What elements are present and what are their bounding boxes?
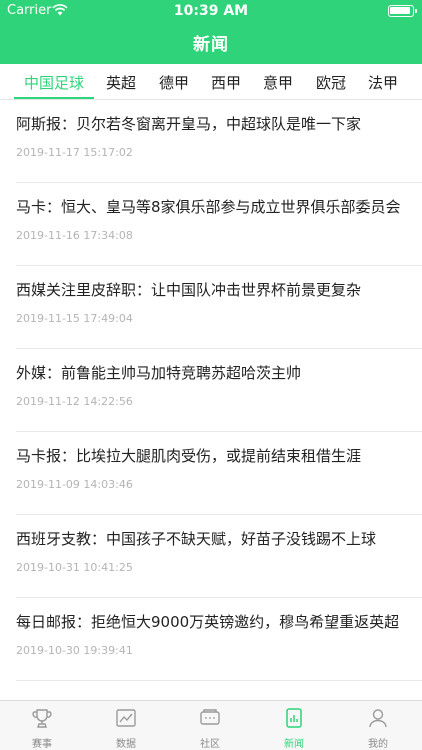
tab-premier-league[interactable]: 英超 — [106, 72, 136, 93]
tabbar-label: 赛事 — [32, 739, 52, 750]
news-headline: 外媒：前鲁能主帅马加特竞聘苏超哈茨主帅 — [16, 364, 302, 382]
status-bar: Carrier 10:39 AM — [0, 0, 422, 22]
list-item[interactable]: 每日邮报：拒绝恒大9000万英镑邀约，穆鸟希望重返英超 2019-10-30 1… — [16, 598, 422, 681]
community-icon — [200, 709, 220, 725]
tabbar-item-data[interactable]: 数据 — [84, 701, 168, 750]
news-icon — [286, 708, 302, 728]
battery-icon — [388, 5, 417, 17]
news-list: 阿斯报：贝尔若冬窗离开皇马，中超球队是唯一下家 2019-11-17 15:17… — [0, 100, 422, 681]
tab-china-football[interactable]: 中国足球 — [24, 72, 84, 93]
news-headline: 马卡报：比埃拉大腿肌肉受伤，或提前结束租借生涯 — [16, 447, 362, 465]
profile-icon — [369, 709, 387, 728]
tabbar-item-matches[interactable]: 赛事 — [0, 701, 84, 750]
tab-champions-league[interactable]: 欧冠 — [316, 72, 346, 93]
news-timestamp: 2019-11-17 15:17:02 — [16, 146, 133, 159]
tabbar-label: 我的 — [368, 739, 388, 750]
news-timestamp: 2019-11-12 14:22:56 — [16, 395, 133, 408]
tabbar-label: 社区 — [200, 739, 220, 750]
list-item[interactable]: 阿斯报：贝尔若冬窗离开皇马，中超球队是唯一下家 2019-11-17 15:17… — [16, 100, 422, 183]
tabbar-label: 数据 — [116, 739, 136, 750]
news-headline: 每日邮报：拒绝恒大9000万英镑邀约，穆鸟希望重返英超 — [16, 613, 400, 631]
news-headline: 西媒关注里皮辞职：让中国队冲击世界杯前景更复杂 — [16, 281, 362, 299]
tabbar-item-news[interactable]: 新闻 — [252, 701, 336, 750]
list-item[interactable]: 西媒关注里皮辞职：让中国队冲击世界杯前景更复杂 2019-11-15 17:49… — [16, 266, 422, 349]
tab-ligue-1[interactable]: 法甲 — [368, 72, 398, 93]
list-item[interactable]: 西班牙支教：中国孩子不缺天赋，好苗子没钱踢不上球 2019-10-31 10:4… — [16, 515, 422, 598]
navigation-header: Carrier 10:39 AM 新闻 — [0, 0, 422, 64]
page-title: 新闻 — [193, 35, 229, 55]
news-timestamp: 2019-11-09 14:03:46 — [16, 478, 133, 491]
list-item[interactable]: 马卡报：比埃拉大腿肌肉受伤，或提前结束租借生涯 2019-11-09 14:03… — [16, 432, 422, 515]
trophy-icon — [32, 709, 52, 728]
news-headline: 阿斯报：贝尔若冬窗离开皇马，中超球队是唯一下家 — [16, 115, 362, 133]
bottom-tab-bar: 赛事 数据 社区 新闻 我的 — [0, 700, 422, 750]
list-item[interactable]: 马卡：恒大、皇马等8家俱乐部参与成立世界俱乐部委员会 2019-11-16 17… — [16, 183, 422, 266]
tab-serie-a[interactable]: 意甲 — [263, 72, 293, 93]
news-timestamp: 2019-10-31 10:41:25 — [16, 561, 133, 574]
category-tabs: 中国足球 英超 德甲 西甲 意甲 欧冠 法甲 — [0, 64, 422, 100]
status-time: 10:39 AM — [173, 3, 249, 19]
chart-icon — [116, 709, 136, 727]
tabbar-label: 新闻 — [284, 739, 304, 750]
list-item[interactable]: 外媒：前鲁能主帅马加特竞聘苏超哈茨主帅 2019-11-12 14:22:56 — [16, 349, 422, 432]
news-headline: 西班牙支教：中国孩子不缺天赋，好苗子没钱踢不上球 — [16, 530, 377, 548]
news-timestamp: 2019-11-16 17:34:08 — [16, 229, 133, 242]
news-timestamp: 2019-10-30 19:39:41 — [16, 644, 133, 657]
tab-la-liga[interactable]: 西甲 — [211, 72, 241, 93]
news-timestamp: 2019-11-15 17:49:04 — [16, 312, 133, 325]
news-headline: 马卡：恒大、皇马等8家俱乐部参与成立世界俱乐部委员会 — [16, 198, 401, 216]
tabbar-item-profile[interactable]: 我的 — [336, 701, 420, 750]
tab-bundesliga[interactable]: 德甲 — [159, 72, 189, 93]
active-tab-indicator — [14, 97, 94, 99]
tabbar-item-community[interactable]: 社区 — [168, 701, 252, 750]
